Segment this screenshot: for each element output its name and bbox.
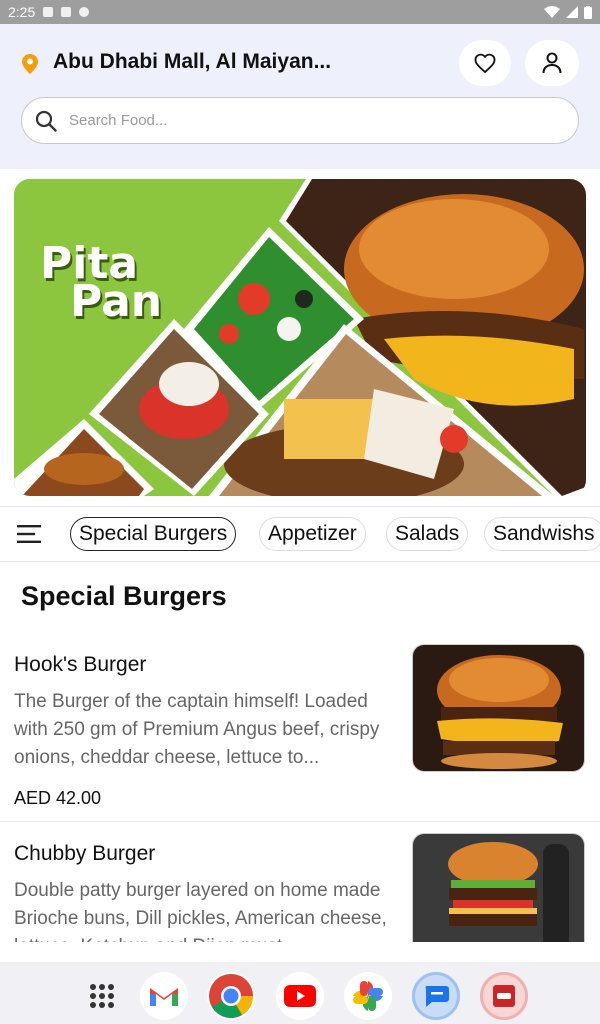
battery-icon: [584, 5, 592, 19]
messages-icon[interactable]: [412, 972, 460, 1020]
photos-icon[interactable]: [344, 972, 392, 1020]
wifi-icon: [544, 6, 560, 18]
notification-icon: [43, 7, 54, 17]
item-price: AED 42.00: [14, 788, 102, 808]
sd-card-icon: [61, 7, 72, 17]
item-description: The Burger of the captain himself! Loade…: [14, 691, 380, 768]
menu-item[interactable]: Hook's Burger The Burger of the captain …: [0, 640, 600, 820]
location-pin-icon: [22, 54, 38, 74]
favorites-button[interactable]: [459, 40, 511, 86]
menu-icon[interactable]: [17, 525, 41, 543]
profile-button[interactable]: [525, 40, 579, 86]
gmail-icon[interactable]: [140, 972, 188, 1020]
search-input[interactable]: [69, 112, 509, 129]
signal-icon: [566, 6, 578, 18]
item-description: Double patty burger layered on home made…: [14, 880, 387, 942]
item-image-hooks-burger: [412, 644, 585, 772]
status-bar: 2:25: [0, 0, 600, 24]
search-icon: [35, 110, 57, 132]
section-title: Special Burgers: [21, 581, 227, 611]
delivery-location[interactable]: Abu Dhabi Mall, Al Maiyan...: [53, 50, 331, 74]
heart-icon: [474, 53, 496, 73]
chrome-icon[interactable]: [207, 972, 255, 1020]
app-header: Abu Dhabi Mall, Al Maiyan...: [0, 24, 600, 169]
search-bar[interactable]: [21, 97, 579, 144]
item-image-chubby-burger: [412, 833, 585, 942]
item-name: Hook's Burger: [14, 653, 147, 676]
banner-title-pan: Pan: [70, 276, 163, 327]
banner-artwork: [14, 179, 586, 496]
item-name: Chubby Burger: [14, 842, 156, 865]
sync-icon: [79, 7, 90, 17]
promo-banner[interactable]: Pita Pan: [14, 179, 586, 496]
category-bar: Special Burgers Appetizer Salads Sandwis…: [0, 506, 600, 562]
category-chip-appetizer[interactable]: Appetizer: [259, 517, 366, 551]
menu-item[interactable]: Chubby Burger Double patty burger layere…: [0, 829, 600, 942]
apps-grid-icon[interactable]: [78, 972, 126, 1020]
category-chip-special-burgers[interactable]: Special Burgers: [70, 517, 237, 551]
system-dock: [0, 962, 600, 1024]
category-chip-salads[interactable]: Salads: [386, 517, 469, 551]
user-icon: [542, 52, 562, 74]
pita-pan-app-icon[interactable]: [480, 972, 528, 1020]
category-chip-sandwishs[interactable]: Sandwishs: [484, 517, 600, 551]
item-divider: [0, 821, 600, 822]
youtube-icon[interactable]: [276, 972, 324, 1020]
status-time: 2:25: [8, 4, 36, 20]
